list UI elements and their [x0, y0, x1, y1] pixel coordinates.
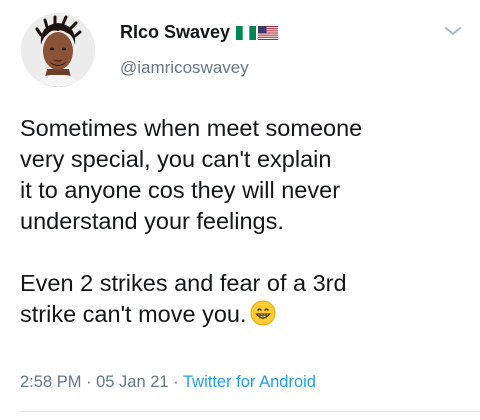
- grinning-face-icon: [250, 300, 276, 326]
- tweet-time[interactable]: 2:58 PM: [20, 373, 81, 391]
- chevron-down-icon[interactable]: [443, 24, 463, 38]
- user-handle[interactable]: @iamricoswavey: [120, 58, 249, 78]
- tweet-line: Even 2 strikes and fear of a 3rd: [20, 270, 347, 296]
- avatar[interactable]: [21, 13, 95, 87]
- tweet-meta: 2:58 PM · 05 Jan 21 · Twitter for Androi…: [20, 373, 316, 392]
- meta-separator: ·: [168, 373, 183, 391]
- display-name-text[interactable]: RIco Swavey: [120, 22, 230, 43]
- nigeria-flag-icon: [236, 25, 257, 40]
- tweet-line: understand your feelings.: [20, 208, 284, 234]
- tweet-line: very special, you can't explain: [20, 146, 332, 172]
- display-name[interactable]: RIco Swavey: [120, 22, 279, 43]
- tweet-text: Sometimes when meet someone very special…: [20, 113, 470, 330]
- divider: [20, 411, 480, 412]
- tweet-date[interactable]: 05 Jan 21: [96, 373, 168, 391]
- tweet-source-link[interactable]: Twitter for Android: [183, 373, 316, 391]
- flag-emojis: [236, 25, 279, 40]
- tweet-line: strike can't move you.: [20, 301, 247, 327]
- meta-separator: ·: [81, 373, 97, 391]
- tweet-line: it to anyone cos they will never: [20, 177, 341, 203]
- avatar-image: [21, 13, 95, 87]
- tweet-card: RIco Swavey @iamricoswavey Sometimes whe…: [0, 0, 480, 420]
- usa-flag-icon: [258, 25, 279, 40]
- tweet-line-with-emoji: strike can't move you.: [20, 299, 470, 330]
- tweet-line: Sometimes when meet someone: [20, 115, 363, 141]
